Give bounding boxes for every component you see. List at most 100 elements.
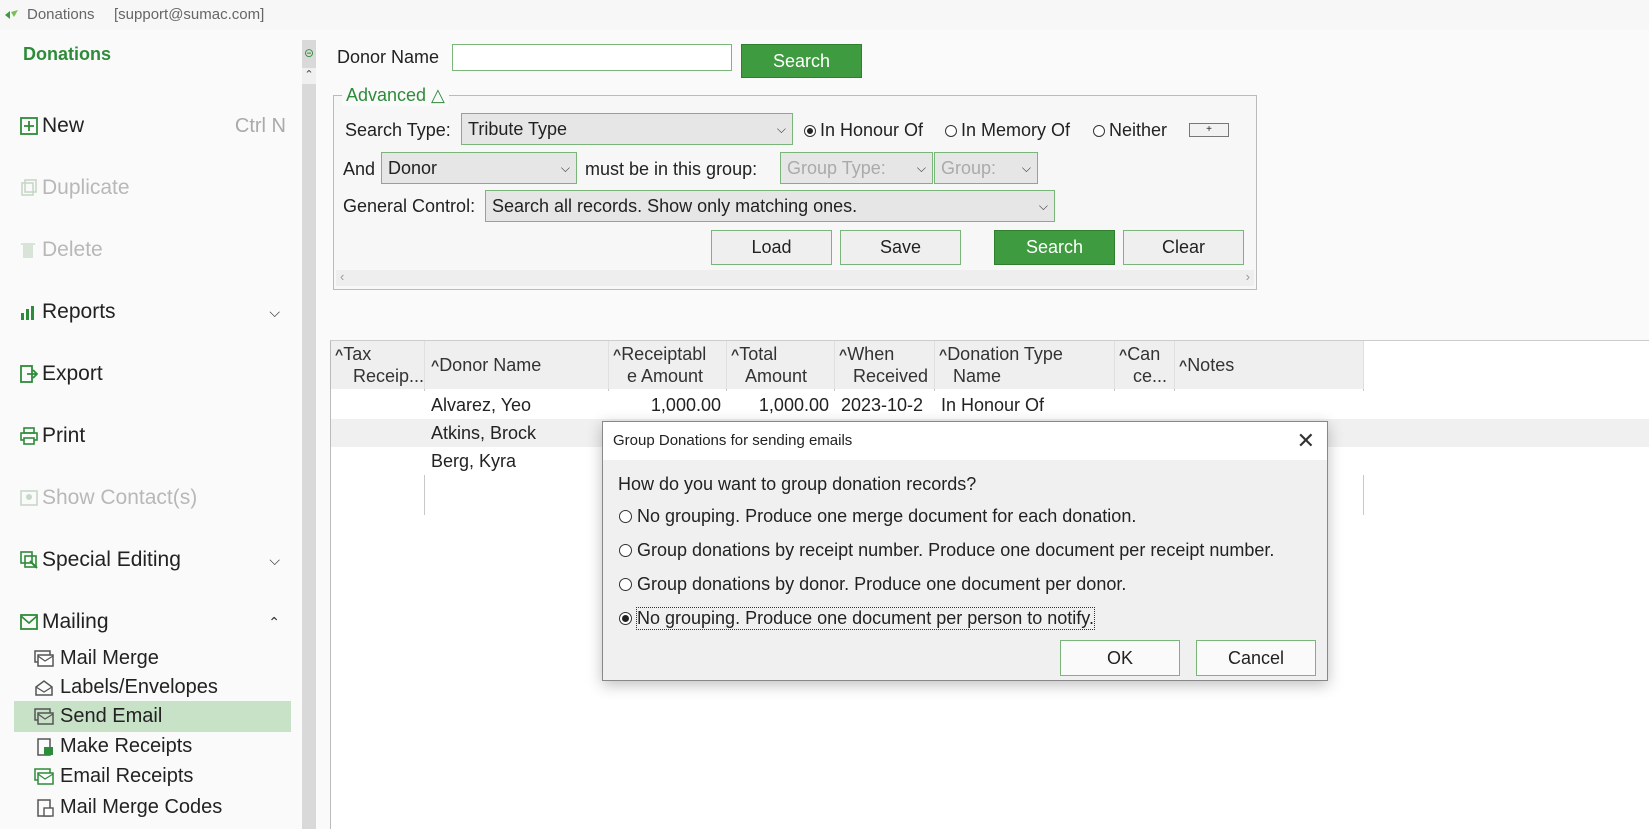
grouping-option-per-person-to-notify[interactable]: No grouping. Produce one document per pe… [619, 607, 1095, 630]
sidebar-item-label: New [42, 114, 85, 137]
donor-name-label: Donor Name [337, 47, 440, 67]
grouping-option-none-per-donation[interactable]: No grouping. Produce one merge document … [619, 506, 1136, 527]
special-edit-icon [14, 551, 42, 569]
chevron-down-icon: ⌵ [1038, 198, 1048, 213]
sidebar-item-show-contacts[interactable]: Show Contact(s) [14, 480, 294, 516]
scroll-up-icon[interactable]: ⌃ [302, 68, 316, 84]
app-logo-icon [4, 8, 20, 25]
trash-icon [14, 241, 42, 259]
radio-in-memory-of[interactable]: In Memory Of [945, 120, 1070, 141]
radio-unchecked-icon [619, 544, 632, 557]
sidebar-item-new[interactable]: New Ctrl N [14, 108, 294, 144]
cell-total-amount: 1,000.00 [758, 395, 829, 415]
chevron-down-icon: ⌵ [560, 160, 570, 175]
option-label: Group donations by receipt number. Produ… [637, 540, 1275, 560]
sidebar-item-label: Export [42, 362, 103, 385]
table-row[interactable]: Alvarez, Yeo 1,000.00 1,000.00 2023-10-2… [331, 391, 1649, 419]
sidebar-subitem-label: Labels/Envelopes [60, 676, 218, 698]
cell-donation-type: In Honour Of [941, 395, 1045, 415]
cell-donor-name: Alvarez, Yeo [431, 395, 532, 415]
radio-checked-icon [804, 124, 816, 137]
radio-neither[interactable]: Neither [1093, 120, 1167, 141]
sidebar-item-label: Delete [42, 238, 103, 261]
sidebar: Donations New Ctrl N Duplicate Delete Re… [0, 30, 300, 829]
sidebar-subitem-label: Email Receipts [60, 765, 194, 787]
sidebar-subitem-send-email[interactable]: Send Email [14, 701, 291, 732]
group-type-select[interactable]: Group Type: ⌵ [780, 152, 933, 184]
advanced-search-button[interactable]: Search [994, 230, 1115, 265]
chevron-down-icon: ⌵ [1021, 160, 1031, 175]
horizontal-scrollbar[interactable]: ‹ › [336, 269, 1254, 286]
and-entity-select[interactable]: Donor ⌵ [381, 152, 577, 184]
cell-receiptable-amount: 1,000.00 [650, 395, 721, 415]
sidebar-item-export[interactable]: Export [14, 356, 294, 392]
scroll-right-icon[interactable]: › [1246, 269, 1250, 284]
sidebar-subitem-email-receipts[interactable]: Email Receipts [14, 761, 291, 792]
sidebar-item-print[interactable]: Print [14, 418, 294, 454]
column-header-donor-name[interactable]: ^Donor Name [425, 341, 609, 389]
column-header-when-received[interactable]: ^When Received [835, 341, 935, 389]
scroll-left-icon[interactable]: ‹ [340, 269, 344, 284]
collapse-panel-icon[interactable]: ⊝ [304, 46, 314, 60]
radio-in-honour-of[interactable]: In Honour Of [804, 120, 923, 141]
chevron-up-icon[interactable]: ⌃ [268, 614, 280, 631]
group-select[interactable]: Group: ⌵ [934, 152, 1038, 184]
option-label: Group donations by donor. Produce one do… [637, 574, 1127, 594]
radio-label: Neither [1109, 120, 1168, 140]
sidebar-item-label: Mailing [42, 610, 109, 633]
cancel-button[interactable]: Cancel [1196, 640, 1316, 676]
and-entity-value: Donor [388, 157, 438, 178]
load-button[interactable]: Load [711, 230, 832, 265]
sidebar-subitem-labels-envelopes[interactable]: Labels/Envelopes [14, 672, 291, 703]
group-criteria-label: must be in this group: [585, 159, 758, 179]
column-header-cancelled[interactable]: ^Can ce... [1115, 341, 1175, 389]
column-header-notes[interactable]: ^Notes [1175, 341, 1364, 389]
close-icon[interactable]: ✕ [1297, 428, 1315, 454]
sidebar-heading: Donations [23, 44, 111, 64]
sidebar-item-delete[interactable]: Delete [14, 232, 294, 268]
and-label: And [343, 159, 376, 179]
sidebar-subitem-label: Mail Merge [60, 647, 159, 669]
receipt-icon [14, 737, 60, 756]
dialog-question: How do you want to group donation record… [618, 474, 977, 494]
chevron-down-icon[interactable]: ⌵ [269, 304, 280, 321]
column-header-receiptable-amount[interactable]: ^Receiptabl e Amount [609, 341, 727, 389]
mail-icon [14, 613, 42, 631]
group-value: Group: [941, 157, 997, 178]
group-donations-dialog: Group Donations for sending emails ✕ How… [602, 421, 1328, 681]
radio-label: In Honour Of [820, 120, 924, 140]
sidebar-item-label: Print [42, 424, 86, 447]
vertical-scrollbar[interactable] [302, 40, 316, 829]
sidebar-item-label: Duplicate [42, 176, 130, 199]
donor-name-input[interactable] [452, 44, 732, 71]
sidebar-item-mailing[interactable]: Mailing ⌃ [14, 604, 294, 640]
search-type-select[interactable]: Tribute Type ⌵ [461, 113, 793, 145]
chevron-down-icon: ⌵ [916, 160, 926, 175]
ok-button[interactable]: OK [1060, 640, 1180, 676]
grouping-option-by-receipt[interactable]: Group donations by receipt number. Produ… [619, 540, 1274, 561]
search-type-label: Search Type: [345, 120, 451, 140]
sidebar-subitem-label: Make Receipts [60, 735, 193, 757]
chevron-down-icon[interactable]: ⌵ [269, 552, 280, 569]
sidebar-subitem-make-receipts[interactable]: Make Receipts [14, 731, 291, 762]
general-control-label: General Control: [343, 196, 476, 216]
email-receipt-icon [14, 767, 60, 786]
clear-button[interactable]: Clear [1123, 230, 1244, 265]
sidebar-subitem-mail-merge-codes[interactable]: Mail Merge Codes [14, 792, 291, 823]
column-header-tax-receipt[interactable]: ^Tax Receip... [335, 341, 425, 389]
column-header-total-amount[interactable]: ^Total Amount [727, 341, 835, 389]
sidebar-item-label: Special Editing [42, 548, 181, 571]
general-control-select[interactable]: Search all records. Show only matching o… [485, 190, 1055, 222]
column-header-donation-type[interactable]: ^Donation Type Name [935, 341, 1115, 389]
sidebar-item-reports[interactable]: Reports ⌵ [14, 294, 294, 330]
sidebar-item-duplicate[interactable]: Duplicate [14, 170, 294, 206]
search-button[interactable]: Search [741, 44, 862, 78]
sidebar-item-special-editing[interactable]: Special Editing ⌵ [14, 542, 294, 578]
cell-donor-name: Berg, Kyra [431, 451, 517, 471]
add-criteria-button[interactable]: + [1189, 123, 1229, 137]
sidebar-subitem-mail-merge[interactable]: Mail Merge [14, 643, 291, 674]
grouping-option-by-donor[interactable]: Group donations by donor. Produce one do… [619, 574, 1126, 595]
advanced-toggle[interactable]: Advanced △ [342, 85, 449, 106]
save-button[interactable]: Save [840, 230, 961, 265]
printer-icon [14, 427, 42, 445]
